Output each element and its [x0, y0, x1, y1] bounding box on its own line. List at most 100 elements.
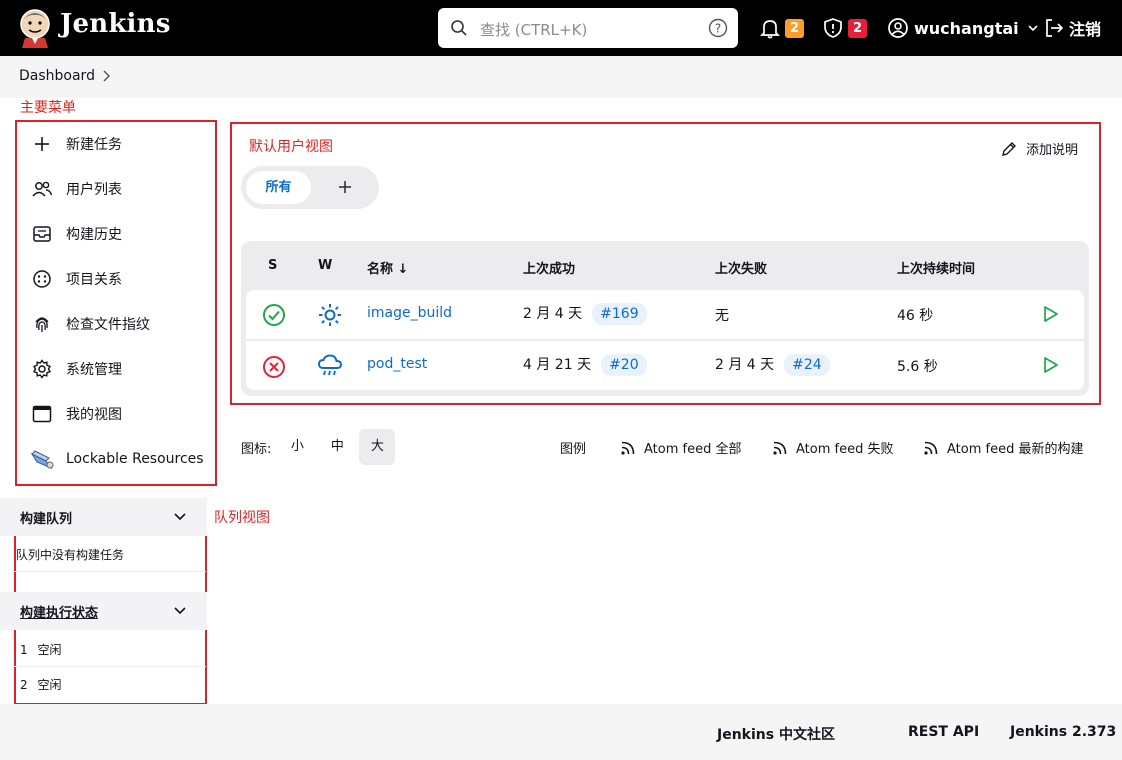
- atom-feed-failed[interactable]: Atom feed 失败: [772, 438, 893, 457]
- footer: Jenkins 中文社区 REST API Jenkins 2.373: [0, 704, 1122, 760]
- footer-version-link[interactable]: Jenkins 2.373: [1010, 724, 1116, 740]
- atom-feed-latest[interactable]: Atom feed 最新的构建: [923, 438, 1083, 457]
- sidebar-item-manage-jenkins[interactable]: 系统管理: [28, 351, 208, 387]
- footer-community-link[interactable]: Jenkins 中文社区: [717, 724, 835, 744]
- sidebar-item-label: Lockable Resources: [66, 451, 204, 467]
- sidebar-item-my-views[interactable]: 我的视图: [28, 396, 208, 432]
- user-avatar-icon: [888, 18, 908, 38]
- sidebar-item-label: 检查文件指纹: [66, 317, 150, 333]
- sunny-weather-icon: [319, 304, 341, 326]
- last-failure-cell: 无: [715, 308, 729, 324]
- breadcrumb-dashboard[interactable]: Dashboard: [19, 68, 95, 84]
- executors-header[interactable]: 构建执行状态: [0, 592, 207, 630]
- last-success-cell: 2 月 4 天 #169: [523, 303, 647, 325]
- legend-link[interactable]: 图例: [560, 438, 586, 457]
- col-header-last-duration[interactable]: 上次持续时间: [897, 258, 975, 277]
- sidebar-item-project-relationship[interactable]: 项目关系: [28, 261, 208, 297]
- search-box[interactable]: 查找 (CTRL+K) ?: [438, 8, 738, 48]
- last-duration-cell: 5.6 秒: [897, 359, 938, 375]
- executor-item: 1 空闲: [20, 641, 61, 658]
- jenkins-logo-icon[interactable]: [18, 8, 52, 48]
- executor-number: 1: [20, 643, 28, 657]
- col-header-weather[interactable]: W: [318, 258, 332, 273]
- help-icon[interactable]: ?: [708, 18, 728, 38]
- icon-size-small[interactable]: 小: [279, 429, 315, 465]
- col-header-last-success[interactable]: 上次成功: [523, 258, 575, 277]
- sidebar-item-label: 用户列表: [66, 182, 122, 198]
- build-queue-header[interactable]: 构建队列: [0, 498, 207, 536]
- executor-item: 2 空闲: [20, 676, 61, 693]
- chevron-down-icon: [1028, 25, 1038, 32]
- chevron-right-icon[interactable]: [100, 69, 112, 83]
- lock-resource-icon: [28, 448, 56, 470]
- last-failure-time: 2 月 4 天: [715, 357, 775, 373]
- sidebar-item-label: 我的视图: [66, 407, 122, 423]
- bell-icon: [759, 20, 781, 39]
- play-build-icon[interactable]: [1040, 355, 1060, 375]
- security-button[interactable]: 2: [822, 14, 867, 42]
- breadcrumb: Dashboard: [0, 56, 1122, 98]
- notifications-button[interactable]: 2: [759, 14, 804, 42]
- annotation-main-menu: 主要菜单: [20, 100, 76, 116]
- last-duration-cell: 46 秒: [897, 308, 934, 324]
- failure-status-icon: [263, 356, 285, 378]
- logout-button[interactable]: 注销: [1043, 14, 1101, 42]
- logout-icon: [1046, 19, 1064, 37]
- atom-feed-all[interactable]: Atom feed 全部: [620, 438, 741, 457]
- job-link-pod-test[interactable]: pod_test: [367, 356, 427, 372]
- executors-title[interactable]: 构建执行状态: [20, 602, 98, 621]
- inbox-icon: [28, 223, 56, 245]
- add-description-link[interactable]: 添加说明: [1000, 139, 1078, 158]
- search-input[interactable]: 查找 (CTRL+K): [480, 19, 587, 40]
- col-header-last-failure[interactable]: 上次失败: [715, 258, 767, 277]
- atom-feed-all-label: Atom feed 全部: [644, 442, 742, 457]
- last-success-time: 4 月 21 天: [523, 357, 592, 373]
- play-build-icon[interactable]: [1040, 304, 1060, 324]
- chevron-down-icon[interactable]: [172, 510, 188, 524]
- executor-status: 空闲: [37, 678, 62, 692]
- logout-label: 注销: [1069, 20, 1102, 39]
- security-badge: 2: [848, 18, 867, 38]
- build-link[interactable]: #24: [784, 354, 830, 376]
- sidebar-item-lockable-resources[interactable]: Lockable Resources: [28, 441, 208, 477]
- sidebar-item-new-job[interactable]: 新建任务: [28, 126, 208, 162]
- rss-icon: [924, 441, 938, 455]
- view-tabs: 所有: [241, 166, 379, 209]
- add-view-tab-icon[interactable]: [333, 175, 357, 199]
- people-icon: [28, 178, 56, 200]
- build-link[interactable]: #169: [592, 303, 647, 325]
- last-success-time: 2 月 4 天: [523, 306, 583, 322]
- rainy-weather-icon: [318, 354, 342, 376]
- sidebar-item-label: 项目关系: [66, 272, 122, 288]
- sidebar-item-fingerprint[interactable]: 检查文件指纹: [28, 306, 208, 342]
- sidebar-item-label: 系统管理: [66, 362, 122, 378]
- sidebar-item-build-history[interactable]: 构建历史: [28, 216, 208, 252]
- gear-icon: [28, 358, 56, 380]
- user-menu[interactable]: wuchangtai: [887, 14, 1039, 42]
- sidebar-item-label: 构建历史: [66, 227, 122, 243]
- icon-size-medium[interactable]: 中: [319, 429, 355, 465]
- annotation-queue-view: 队列视图: [214, 510, 270, 526]
- jobs-table: S W 名称 ↓ 上次成功 上次失败 上次持续时间 image_build 2 …: [241, 241, 1089, 396]
- pencil-icon: [1002, 141, 1016, 156]
- brand-title[interactable]: Jenkins: [60, 9, 171, 39]
- sidebar-item-people[interactable]: 用户列表: [28, 171, 208, 207]
- footer-rest-api-link[interactable]: REST API: [908, 724, 979, 740]
- col-header-status[interactable]: S: [268, 258, 277, 273]
- shield-icon: [824, 18, 842, 38]
- last-failure-cell: 2 月 4 天 #24: [715, 354, 830, 376]
- atom-feed-failed-label: Atom feed 失败: [796, 442, 894, 457]
- window-icon: [28, 403, 56, 425]
- icon-size-selector: 图标: 小 中 大: [241, 429, 396, 465]
- col-header-name[interactable]: 名称 ↓: [367, 258, 408, 277]
- build-link[interactable]: #20: [601, 354, 647, 376]
- fingerprint-icon: [28, 313, 56, 335]
- executor-number: 2: [20, 678, 28, 692]
- chevron-down-icon[interactable]: [172, 604, 188, 618]
- icon-size-large[interactable]: 大: [359, 429, 396, 465]
- job-link-image-build[interactable]: image_build: [367, 305, 452, 321]
- table-row: pod_test 4 月 21 天 #20 2 月 4 天 #24 5.6 秒: [246, 341, 1084, 390]
- tab-all[interactable]: 所有: [246, 171, 311, 204]
- last-success-cell: 4 月 21 天 #20: [523, 354, 647, 376]
- notifications-badge: 2: [785, 18, 804, 38]
